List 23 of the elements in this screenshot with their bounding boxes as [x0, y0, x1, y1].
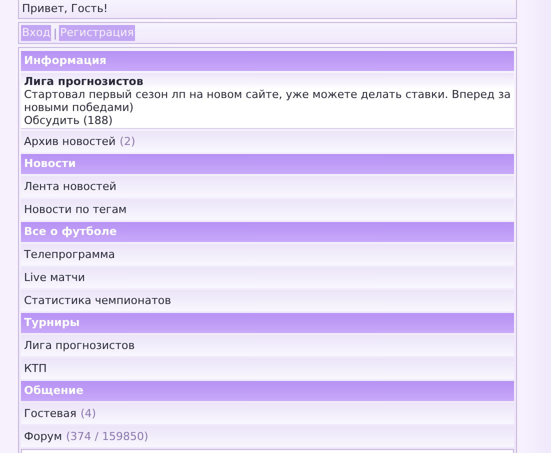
section-header: Информация [21, 51, 514, 71]
menu-link[interactable]: КТП [24, 362, 47, 375]
separator-text: | [53, 26, 58, 40]
count-text: (374 / 159850) [66, 430, 148, 443]
section-header: Общение [21, 381, 514, 401]
menu-link[interactable]: Архив новостей [24, 135, 116, 148]
news-text: Стартовал первый сезон лп на новом сайте, уже можете делать ставки. Вперед за новыми победами) [24, 88, 511, 114]
section-header: Новости [21, 154, 514, 174]
section-header: Турниры [21, 313, 514, 333]
section-header: Все о футболе [21, 222, 514, 242]
menu-link[interactable]: Гостевая [24, 407, 77, 420]
menu-link[interactable]: Форум [24, 430, 62, 443]
menu-link[interactable]: Лига прогнозистов [24, 339, 135, 352]
count-text: (2) [120, 135, 136, 148]
discuss-link[interactable]: Обсудить (188) [24, 114, 113, 127]
greeting-text: Привет, Гость! [18, 0, 517, 19]
menu-link[interactable]: Статистика чемпионатов [24, 294, 172, 307]
news-title: Лига прогнозистов [24, 75, 144, 88]
menu-link[interactable]: Телепрограмма [24, 248, 116, 261]
count-text: (4) [80, 407, 96, 420]
menu-link[interactable]: Лента новостей [24, 180, 116, 193]
menu-link[interactable]: Live матчи [24, 271, 86, 284]
menu-link[interactable]: Новости по тегам [24, 203, 127, 216]
